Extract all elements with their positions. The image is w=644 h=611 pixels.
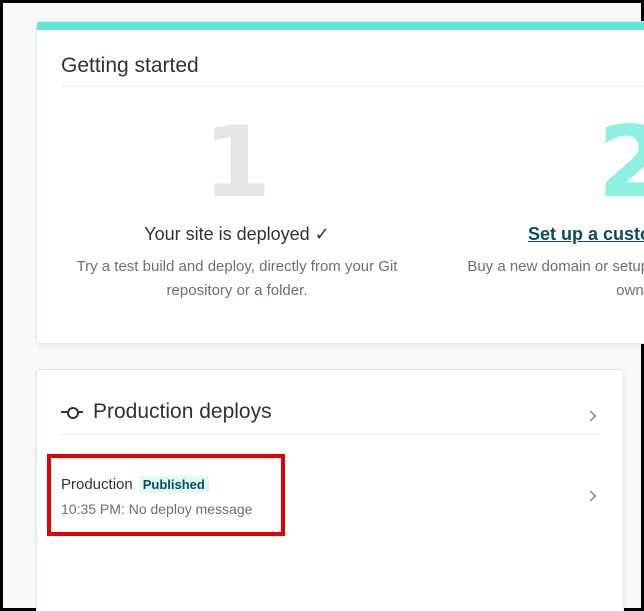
chevron-right-icon[interactable] bbox=[585, 410, 597, 422]
production-deploys-title: Production deploys bbox=[93, 400, 272, 423]
custom-domain-link[interactable]: Set up a custom domain bbox=[452, 224, 644, 245]
divider bbox=[61, 86, 644, 87]
step-number: 1 bbox=[202, 106, 272, 220]
step-1: 1 Your site is deployed ✓ Try a test bui… bbox=[57, 114, 417, 303]
step-heading: Your site is deployed ✓ bbox=[144, 224, 330, 244]
deploy-row-highlight[interactable] bbox=[47, 454, 285, 536]
chevron-right-icon[interactable] bbox=[585, 490, 597, 502]
step-description: Try a test build and deploy, directly fr… bbox=[76, 258, 398, 299]
accent-bar bbox=[37, 22, 644, 30]
deploy-item[interactable]: Production Published bbox=[61, 476, 209, 493]
production-deploys-card: Production deploys Production Published … bbox=[36, 369, 624, 611]
status-badge: Published bbox=[138, 476, 209, 493]
production-deploys-header[interactable]: Production deploys bbox=[61, 400, 272, 424]
step-number: 2 bbox=[452, 114, 644, 212]
getting-started-title: Getting started bbox=[61, 54, 199, 77]
git-commit-icon bbox=[61, 405, 83, 419]
deploy-summary: 10:35 PM: No deploy message bbox=[61, 501, 253, 517]
divider bbox=[61, 434, 599, 435]
getting-started-card: Getting started 1 Your site is deployed … bbox=[36, 21, 644, 344]
step-2: 2 Set up a custom domain Buy a new domai… bbox=[452, 114, 644, 303]
step-description: Buy a new domain or setup a domain you a… bbox=[467, 258, 644, 299]
deploy-context: Production bbox=[61, 476, 133, 493]
